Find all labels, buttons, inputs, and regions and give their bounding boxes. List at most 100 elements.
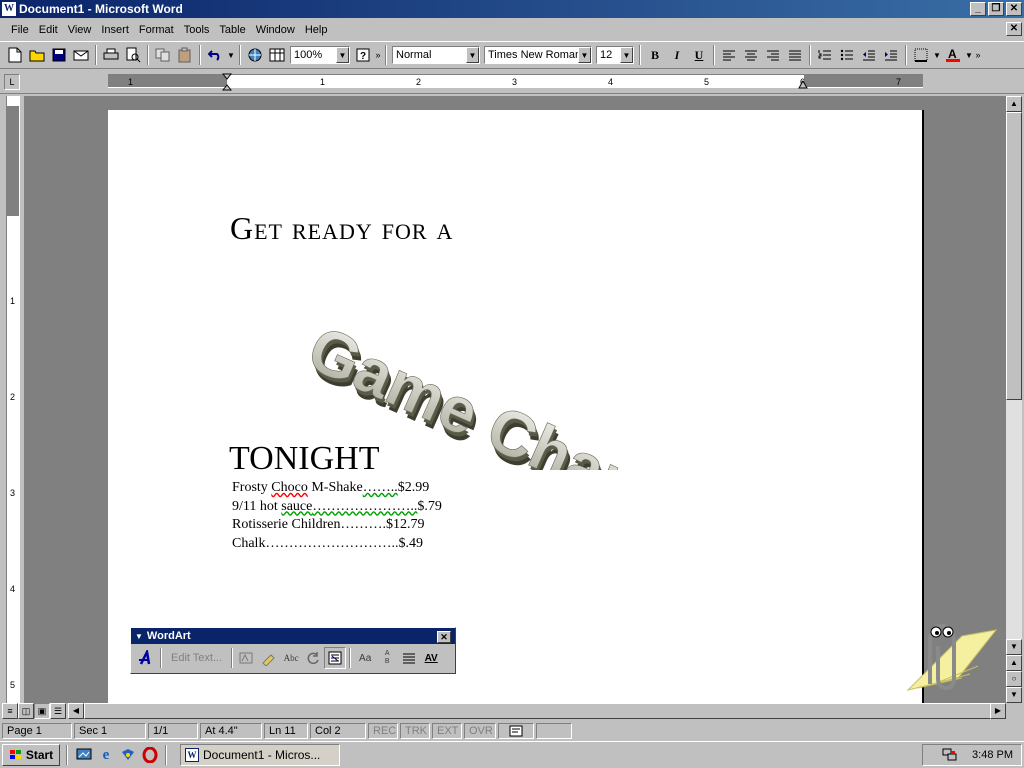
horizontal-scrollbar[interactable]: ◀ ▶ (68, 703, 1006, 719)
vertical-text-icon[interactable]: AB (376, 647, 398, 669)
insert-wordart-icon[interactable] (135, 647, 157, 669)
tab-selector[interactable]: L (4, 74, 20, 90)
more-buttons-icon[interactable]: » (374, 44, 382, 66)
wordart-toolbar-close-icon[interactable]: ✕ (437, 631, 451, 643)
text-wrapping-icon[interactable] (324, 647, 347, 669)
taskbar-word-button[interactable]: W Document1 - Micros... (180, 744, 340, 766)
menu-tools[interactable]: Tools (179, 22, 215, 38)
spelling-status-icon[interactable] (498, 723, 534, 739)
style-select[interactable]: Normal ▼ (392, 46, 480, 64)
restore-button[interactable]: ❐ (988, 2, 1004, 16)
menu-file[interactable]: File (6, 22, 34, 38)
print-icon[interactable] (100, 44, 122, 66)
minimize-button[interactable]: _ (970, 2, 986, 16)
web-layout-view-icon[interactable]: ◫ (18, 703, 34, 719)
same-letter-heights-icon[interactable]: Aa (354, 647, 376, 669)
internet-explorer-icon[interactable]: e (97, 746, 115, 764)
email-icon[interactable] (70, 44, 92, 66)
horizontal-scroll-thumb[interactable] (84, 703, 994, 719)
menu-help[interactable]: Help (300, 22, 333, 38)
justify-icon[interactable] (784, 44, 806, 66)
format-wordart-icon[interactable] (258, 647, 280, 669)
edit-text-button[interactable]: Edit Text... (165, 652, 228, 664)
more-buttons-icon[interactable]: » (974, 44, 982, 66)
dropdown-arrow-icon[interactable]: ▼ (336, 47, 349, 63)
align-center-icon[interactable] (740, 44, 762, 66)
borders-dropdown-icon[interactable]: ▼ (932, 44, 942, 66)
spelling-flag[interactable]: Choco (271, 480, 308, 495)
scroll-down-icon[interactable]: ▼ (1006, 639, 1022, 655)
underline-button[interactable]: U (688, 44, 710, 66)
title-bar[interactable]: W Document1 - Microsoft Word _ ❐ ✕ (0, 0, 1024, 18)
menu-insert[interactable]: Insert (96, 22, 134, 38)
close-button[interactable]: ✕ (1006, 2, 1022, 16)
save-disk-icon[interactable] (48, 44, 70, 66)
scroll-right-icon[interactable]: ▶ (990, 703, 1006, 719)
font-color-icon[interactable]: A (942, 44, 964, 66)
open-folder-icon[interactable] (26, 44, 48, 66)
menu-window[interactable]: Window (251, 22, 300, 38)
scroll-left-icon[interactable]: ◀ (68, 703, 84, 719)
italic-button[interactable]: I (666, 44, 688, 66)
heading-tonight[interactable]: TONIGHT (229, 440, 379, 478)
dropdown-arrow-icon[interactable]: ▼ (466, 47, 479, 63)
align-right-icon[interactable] (762, 44, 784, 66)
toolbar-menu-icon[interactable]: ▼ (135, 632, 143, 641)
word-app-icon[interactable]: W (2, 2, 16, 16)
show-desktop-icon[interactable] (75, 746, 93, 764)
numbering-icon[interactable] (814, 44, 836, 66)
right-indent-marker-icon[interactable] (798, 79, 808, 89)
document-close-button[interactable]: ✕ (1006, 22, 1022, 36)
status-trk[interactable]: TRK (400, 723, 430, 739)
office-assistant-clippy-icon[interactable] (900, 612, 1000, 700)
menu-line-item[interactable]: Rotisserie Children……….$12.79 (232, 516, 442, 535)
indent-marker-icon[interactable] (222, 73, 232, 91)
menu-format[interactable]: Format (134, 22, 179, 38)
copy-icon[interactable] (152, 44, 174, 66)
status-ext[interactable]: EXT (432, 723, 462, 739)
wordart-gallery-icon[interactable] (236, 647, 258, 669)
undo-dropdown-icon[interactable]: ▼ (226, 44, 236, 66)
menu-line-item[interactable]: Frosty Choco M-Shake……..$2.99 (232, 479, 442, 498)
menu-edit[interactable]: Edit (34, 22, 63, 38)
print-layout-view-icon[interactable]: ▣ (34, 703, 50, 719)
wordart-alignment-icon[interactable] (398, 647, 420, 669)
vertical-scroll-thumb[interactable] (1006, 112, 1022, 400)
free-rotate-icon[interactable] (302, 647, 324, 669)
outlook-express-icon[interactable] (119, 746, 137, 764)
print-preview-icon[interactable] (122, 44, 144, 66)
vertical-ruler[interactable]: 1 2 3 4 5 (6, 96, 20, 706)
clock[interactable]: 3:48 PM (972, 749, 1013, 761)
zoom-select[interactable]: 100% ▼ (290, 46, 350, 64)
menu-line-item[interactable]: 9/11 hot sauce…………………..$.79 (232, 498, 442, 517)
previous-page-icon[interactable]: ▲ (1006, 655, 1022, 671)
decrease-indent-icon[interactable] (858, 44, 880, 66)
align-left-icon[interactable] (718, 44, 740, 66)
normal-view-icon[interactable]: ≡ (2, 703, 18, 719)
wordart-shape-icon[interactable]: Abc (280, 647, 302, 669)
menu-table[interactable]: Table (214, 22, 250, 38)
new-document-icon[interactable] (4, 44, 26, 66)
status-ovr[interactable]: OVR (464, 723, 496, 739)
horizontal-ruler[interactable]: 1 1 2 3 4 5 6 7 (108, 73, 923, 91)
help-icon[interactable]: ? (352, 44, 374, 66)
heading-get-ready[interactable]: Get ready for a (230, 210, 453, 247)
menu-price-list[interactable]: Frosty Choco M-Shake……..$2.99 9/11 hot s… (232, 479, 442, 553)
document-page[interactable]: Get ready for a Game Changer! Game Chang… (108, 110, 924, 703)
wordart-toolbar-titlebar[interactable]: ▼ WordArt ✕ (131, 628, 455, 644)
opera-browser-icon[interactable] (141, 746, 159, 764)
increase-indent-icon[interactable] (880, 44, 902, 66)
select-browse-object-icon[interactable]: ○ (1006, 671, 1022, 687)
scroll-up-icon[interactable]: ▲ (1006, 96, 1022, 112)
dropdown-arrow-icon[interactable]: ▼ (620, 47, 633, 63)
paste-icon[interactable] (174, 44, 196, 66)
wordart-toolbar[interactable]: ▼ WordArt ✕ Edit Text... Abc Aa A B AV (130, 627, 456, 674)
tray-network-icon[interactable] (942, 748, 958, 762)
outline-view-icon[interactable]: ☰ (50, 703, 66, 719)
dropdown-arrow-icon[interactable]: ▼ (578, 47, 591, 63)
menu-view[interactable]: View (63, 22, 97, 38)
bullets-icon[interactable] (836, 44, 858, 66)
borders-icon[interactable] (910, 44, 932, 66)
vertical-scrollbar[interactable]: ▲ ▼ ▲ ○ ▼ (1006, 96, 1022, 703)
undo-icon[interactable] (204, 44, 226, 66)
